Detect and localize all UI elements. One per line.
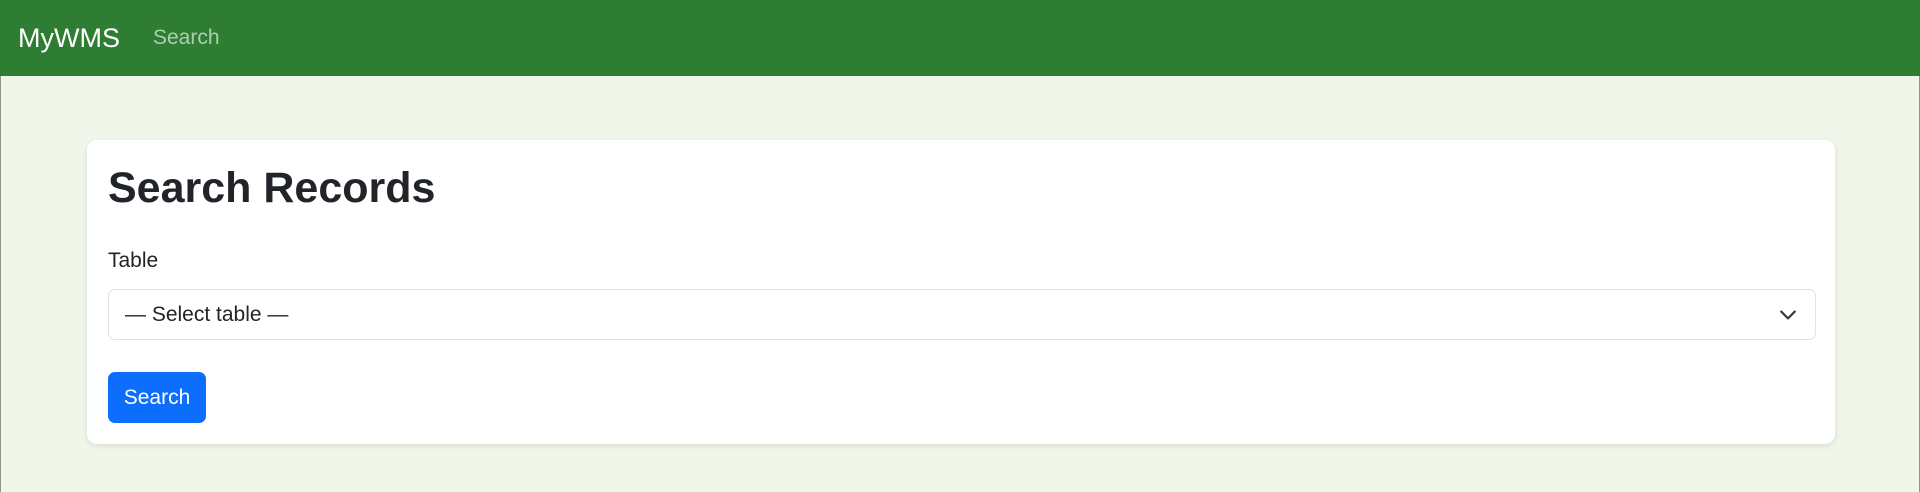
page-content: Search Records Table — Select table — Se… xyxy=(0,76,1920,492)
table-field-label: Table xyxy=(108,249,159,272)
navbar: MyWMS Search xyxy=(0,0,1920,76)
nav-link-search[interactable]: Search xyxy=(153,26,220,50)
table-select[interactable]: — Select table — xyxy=(108,289,1816,340)
chevron-down-icon xyxy=(1780,310,1796,320)
brand-link[interactable]: MyWMS xyxy=(18,23,120,54)
page-title: Search Records xyxy=(108,164,436,212)
table-select-value: — Select table — xyxy=(125,302,289,326)
search-card: Search Records Table — Select table — Se… xyxy=(87,140,1835,444)
search-button[interactable]: Search xyxy=(108,372,206,423)
